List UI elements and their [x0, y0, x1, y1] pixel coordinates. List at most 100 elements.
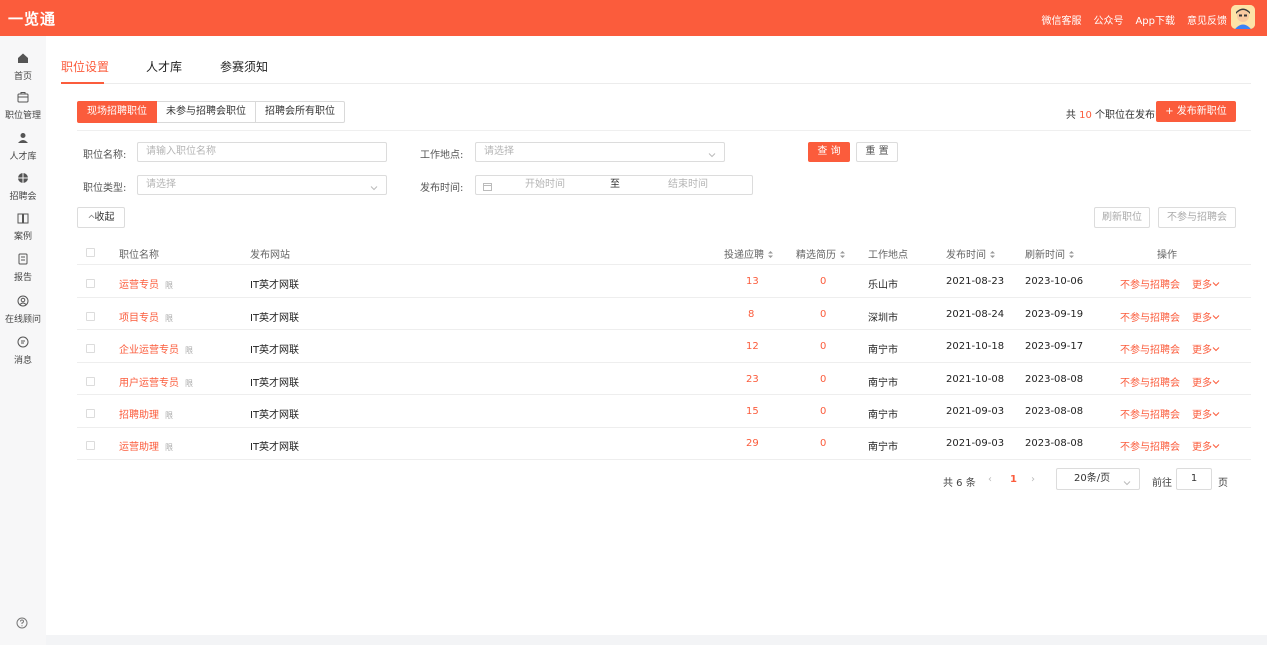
- sidebar-item-advisor[interactable]: 在线顾问: [0, 295, 46, 325]
- skip-fair-link[interactable]: 不参与招聘会: [1120, 341, 1180, 356]
- refreshed-date: 2023-08-08: [1025, 406, 1084, 417]
- page-size-select[interactable]: 20条/页: [1056, 468, 1140, 490]
- skip-fair-link[interactable]: 不参与招聘会: [1120, 406, 1180, 421]
- next-page-icon[interactable]: ›: [1031, 474, 1035, 485]
- row-divider: [77, 459, 1251, 460]
- refresh-jobs-button[interactable]: 刷新职位: [1094, 207, 1150, 228]
- site-cell: IT英才网联: [250, 410, 300, 421]
- tab-contest-notice[interactable]: 参赛须知: [220, 58, 268, 75]
- job-name-link[interactable]: 项目专员: [119, 313, 159, 324]
- header-published[interactable]: 发布时间: [946, 246, 997, 261]
- row-checkbox[interactable]: [86, 409, 95, 418]
- more-dropdown[interactable]: 更多: [1192, 374, 1220, 389]
- job-name-link[interactable]: 运营助理: [119, 442, 159, 453]
- avatar[interactable]: [1231, 5, 1255, 29]
- chevron-up-icon: [88, 212, 95, 223]
- brand-logo[interactable]: 一览通: [8, 8, 56, 29]
- job-name-link[interactable]: 用户运营专员: [119, 378, 179, 389]
- job-type-label: 职位类型:: [83, 183, 127, 194]
- collapse-button[interactable]: 收起: [77, 207, 125, 228]
- job-name-input[interactable]: 请输入职位名称: [137, 142, 387, 162]
- job-name-link[interactable]: 运营专员: [119, 280, 159, 291]
- total-count: 共 6 条: [943, 478, 976, 489]
- row-checkbox[interactable]: [86, 279, 95, 288]
- skip-fair-link[interactable]: 不参与招聘会: [1120, 309, 1180, 324]
- publish-job-button[interactable]: + 发布新职位: [1156, 101, 1236, 122]
- published-date: 2021-10-18: [946, 341, 1005, 352]
- location-select[interactable]: 请选择: [475, 142, 725, 162]
- segment-all-fair-jobs[interactable]: 招聘会所有职位: [256, 101, 345, 123]
- skip-fair-link[interactable]: 不参与招聘会: [1120, 276, 1180, 291]
- selected-count[interactable]: 0: [820, 341, 826, 352]
- applied-count[interactable]: 15: [746, 406, 759, 417]
- row-checkbox[interactable]: [86, 441, 95, 450]
- city-cell: 南宁市: [868, 410, 898, 421]
- row-checkbox[interactable]: [86, 377, 95, 386]
- sidebar-item-messages[interactable]: 消息: [0, 336, 46, 366]
- skip-fair-link[interactable]: 不参与招聘会: [1120, 374, 1180, 389]
- header-selected[interactable]: 精选简历: [796, 246, 847, 261]
- table-row: 运营助理限: [119, 438, 173, 453]
- more-dropdown[interactable]: 更多: [1192, 406, 1220, 421]
- chevron-down-icon: [1212, 442, 1220, 453]
- applied-count[interactable]: 23: [746, 374, 759, 385]
- selected-count[interactable]: 0: [820, 309, 826, 320]
- job-segment-tabs: 现场招聘职位 未参与招聘会职位 招聘会所有职位: [77, 101, 345, 123]
- row-checkbox[interactable]: [86, 312, 95, 321]
- limit-tag: 限: [165, 443, 173, 452]
- tab-talent-pool[interactable]: 人才库: [146, 58, 182, 75]
- start-date-input[interactable]: 开始时间: [525, 176, 565, 194]
- more-dropdown[interactable]: 更多: [1192, 309, 1220, 324]
- page-number-current[interactable]: 1: [1010, 474, 1017, 485]
- goto-page-input[interactable]: 1: [1176, 468, 1212, 490]
- more-dropdown[interactable]: 更多: [1192, 438, 1220, 453]
- header-refreshed[interactable]: 刷新时间: [1025, 246, 1076, 261]
- wechat-service-link[interactable]: 微信客服: [1041, 12, 1081, 27]
- job-name-link[interactable]: 企业运营专员: [119, 345, 179, 356]
- sidebar-item-reports[interactable]: 报告: [0, 253, 46, 283]
- skip-fair-link[interactable]: 不参与招聘会: [1120, 438, 1180, 453]
- publish-date-range[interactable]: 开始时间 至 结束时间: [475, 175, 753, 195]
- person-icon: [0, 132, 46, 148]
- help-icon[interactable]: [16, 617, 28, 632]
- header-applied[interactable]: 投递应聘: [724, 246, 775, 261]
- selected-count[interactable]: 0: [820, 276, 826, 287]
- select-all-checkbox[interactable]: [86, 248, 95, 257]
- more-dropdown[interactable]: 更多: [1192, 276, 1220, 291]
- city-cell: 南宁市: [868, 442, 898, 453]
- sidebar-item-talent[interactable]: 人才库: [0, 132, 46, 162]
- prev-page-icon[interactable]: ‹: [988, 474, 992, 485]
- job-name-link[interactable]: 招聘助理: [119, 410, 159, 421]
- tab-job-settings[interactable]: 职位设置: [61, 58, 109, 75]
- app-download-link[interactable]: App下载: [1135, 12, 1175, 27]
- sort-icon: [989, 250, 997, 261]
- selected-count[interactable]: 0: [820, 438, 826, 449]
- header-actions: 操作: [1157, 250, 1177, 261]
- sidebar-item-home[interactable]: 首页: [0, 52, 46, 82]
- sidebar-item-fair[interactable]: 招聘会: [0, 172, 46, 202]
- job-type-select[interactable]: 请选择: [137, 175, 387, 195]
- sidebar-item-jobs[interactable]: 职位管理: [0, 91, 46, 121]
- applied-count[interactable]: 13: [746, 276, 759, 287]
- segment-onsite-jobs[interactable]: 现场招聘职位: [77, 101, 157, 123]
- official-account-link[interactable]: 公众号: [1093, 12, 1123, 27]
- applied-count[interactable]: 12: [746, 341, 759, 352]
- more-dropdown[interactable]: 更多: [1192, 341, 1220, 356]
- applied-count[interactable]: 8: [748, 309, 754, 320]
- row-checkbox[interactable]: [86, 344, 95, 353]
- query-button[interactable]: 查 询: [808, 142, 850, 162]
- published-date: 2021-08-23: [946, 276, 1005, 287]
- city-cell: 深圳市: [868, 313, 898, 324]
- header-job-name: 职位名称: [119, 250, 159, 261]
- selected-count[interactable]: 0: [820, 406, 826, 417]
- reset-button[interactable]: 重 置: [856, 142, 898, 162]
- end-date-input[interactable]: 结束时间: [668, 176, 708, 194]
- sort-icon: [1068, 250, 1076, 261]
- selected-count[interactable]: 0: [820, 374, 826, 385]
- applied-count[interactable]: 29: [746, 438, 759, 449]
- fair-icon: [0, 172, 46, 188]
- feedback-link[interactable]: 意见反馈: [1187, 12, 1227, 27]
- segment-not-joined-jobs[interactable]: 未参与招聘会职位: [157, 101, 256, 123]
- skip-fair-button[interactable]: 不参与招聘会: [1158, 207, 1236, 228]
- sidebar-item-cases[interactable]: 案例: [0, 212, 46, 242]
